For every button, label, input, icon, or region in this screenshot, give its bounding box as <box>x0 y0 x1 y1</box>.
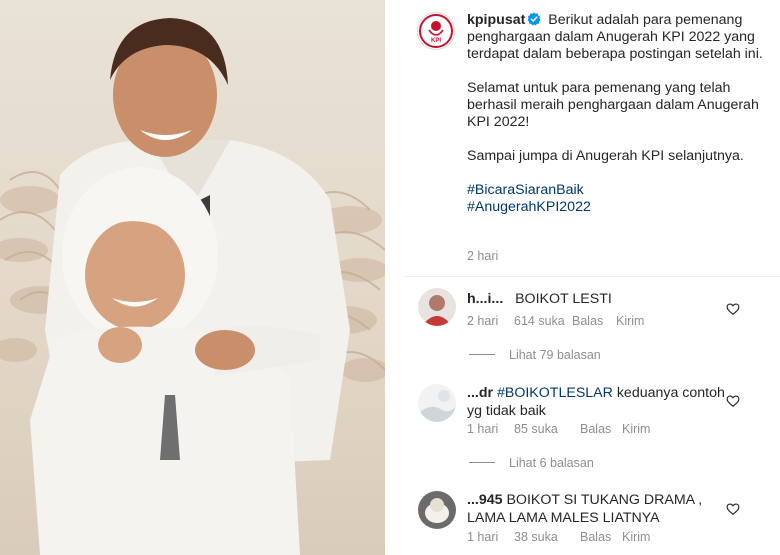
replies-line <box>469 462 495 463</box>
kpi-logo-avatar[interactable]: KPI <box>417 12 455 50</box>
caption-paragraph-1: kpipusat Berikut adalah para pemenang pe… <box>467 12 767 63</box>
avatar-image <box>418 491 456 529</box>
replies-line <box>469 354 495 355</box>
reply-button[interactable]: Balas <box>580 530 622 544</box>
heart-icon[interactable] <box>726 502 740 516</box>
send-button[interactable]: Kirim <box>622 530 650 544</box>
comment-text: ...dr #BOIKOTLESLAR keduanya contoh yg t… <box>467 384 729 420</box>
reply-button[interactable]: Balas <box>572 314 616 328</box>
caption-hashtags: #BicaraSiaranBaik #AnugerahKPI2022 <box>467 182 767 216</box>
comment-likes[interactable]: 38 suka <box>514 530 580 544</box>
view-replies-text: Lihat 79 balasan <box>509 348 601 362</box>
instagram-post-screenshot: KPI kpipusat Berikut adalah para pemenan… <box>0 0 780 555</box>
comment-username[interactable]: h...i... <box>467 291 503 307</box>
comment-message: BOIKOT SI TUKANG DRAMA , LAMA LAMA MALES… <box>467 492 703 526</box>
hashtag-link[interactable]: #BicaraSiaranBaik <box>467 182 767 199</box>
comment-username[interactable]: ...dr <box>467 385 493 401</box>
comment-avatar[interactable] <box>418 384 456 422</box>
comment-likes[interactable]: 85 suka <box>514 422 580 436</box>
avatar-image <box>418 384 456 422</box>
comment-text: h...i... BOIKOT LESTI <box>467 290 729 308</box>
kpi-logo: KPI <box>419 14 453 48</box>
send-button[interactable]: Kirim <box>616 314 644 328</box>
view-replies-link[interactable]: Lihat 6 balasan <box>469 456 594 470</box>
comment-avatar[interactable] <box>418 288 456 326</box>
couple-photo-illustration <box>0 18 385 555</box>
post-detail-panel: KPI kpipusat Berikut adalah para pemenan… <box>385 0 780 555</box>
comment-hashtag[interactable]: #BOIKOTLESLAR <box>497 385 613 401</box>
comment-meta: 2 hari 614 suka Balas Kirim <box>467 314 644 328</box>
comment-message: BOIKOT LESTI <box>515 291 612 307</box>
comment-time[interactable]: 1 hari <box>467 422 514 436</box>
caption-paragraph-2: Selamat untuk para pemenang yang telah b… <box>467 80 759 130</box>
comment-time[interactable]: 2 hari <box>467 314 514 328</box>
post-username[interactable]: kpipusat <box>467 12 525 28</box>
verified-badge-icon <box>527 12 541 26</box>
hashtag-link[interactable]: #AnugerahKPI2022 <box>467 199 767 216</box>
view-replies-text: Lihat 6 balasan <box>509 456 594 470</box>
kpi-logo-text: KPI <box>431 38 441 44</box>
comment-meta: 1 hari 38 suka Balas Kirim <box>467 530 650 544</box>
avatar-image <box>418 288 456 326</box>
view-replies-link[interactable]: Lihat 79 balasan <box>469 348 601 362</box>
send-button[interactable]: Kirim <box>622 422 650 436</box>
post-caption: kpipusat Berikut adalah para pemenang pe… <box>467 12 767 216</box>
reply-button[interactable]: Balas <box>580 422 622 436</box>
caption-divider <box>405 276 780 277</box>
comment-username[interactable]: ...945 <box>467 492 503 508</box>
comment-likes[interactable]: 614 suka <box>514 314 572 328</box>
comment-avatar[interactable] <box>418 491 456 529</box>
post-photo <box>0 0 385 555</box>
comment-text: ...945 BOIKOT SI TUKANG DRAMA , LAMA LAM… <box>467 491 729 527</box>
caption-paragraph-3: Sampai jumpa di Anugerah KPI selanjutnya… <box>467 148 744 164</box>
heart-icon[interactable] <box>726 394 740 408</box>
post-timestamp[interactable]: 2 hari <box>467 249 498 263</box>
heart-icon[interactable] <box>726 302 740 316</box>
comment-meta: 1 hari 85 suka Balas Kirim <box>467 422 650 436</box>
comment-time[interactable]: 1 hari <box>467 530 514 544</box>
